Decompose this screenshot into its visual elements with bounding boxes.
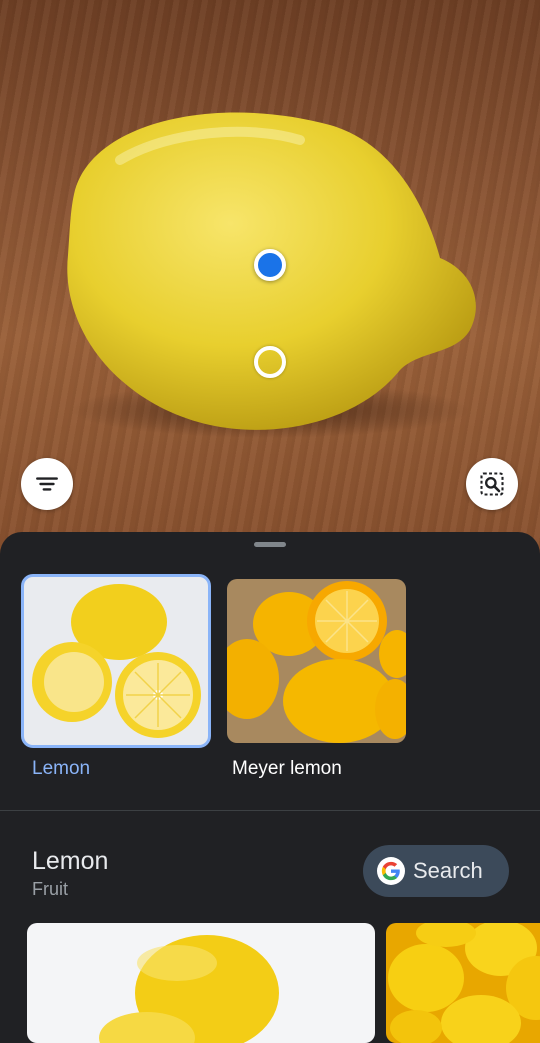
result-thumbnail-meyer-lemon[interactable]: [227, 579, 406, 743]
result-image-lemons[interactable]: [386, 923, 540, 1043]
google-logo-icon: [377, 857, 405, 885]
results-sheet[interactable]: Lemon Meyer lemon Lemon Fruit Search: [0, 532, 540, 1043]
lemon-image: [32, 584, 201, 738]
sheet-drag-handle[interactable]: [254, 542, 286, 547]
entity-title: Lemon: [32, 847, 109, 875]
object-point-selected[interactable]: [254, 249, 286, 281]
camera-view[interactable]: [0, 0, 540, 560]
divider: [0, 810, 540, 811]
search-button-label: Search: [413, 858, 483, 883]
entity-subtitle: Fruit: [32, 879, 68, 899]
thumbnail-label: Lemon: [32, 758, 91, 779]
lemon-image: [99, 935, 279, 1043]
lemons-pile-image: [388, 923, 540, 1043]
google-search-button[interactable]: Search: [363, 845, 509, 897]
select-region-button[interactable]: [466, 458, 518, 510]
filter-button[interactable]: [21, 458, 73, 510]
filter-icon: [36, 477, 58, 491]
meyer-lemon-image: [227, 581, 406, 743]
lens-search-icon: [480, 472, 504, 496]
thumbnail-label: Meyer lemon: [232, 758, 342, 779]
result-image-lemon[interactable]: [27, 923, 375, 1043]
result-thumbnail-lemon[interactable]: [21, 574, 211, 748]
object-point[interactable]: [254, 346, 286, 378]
